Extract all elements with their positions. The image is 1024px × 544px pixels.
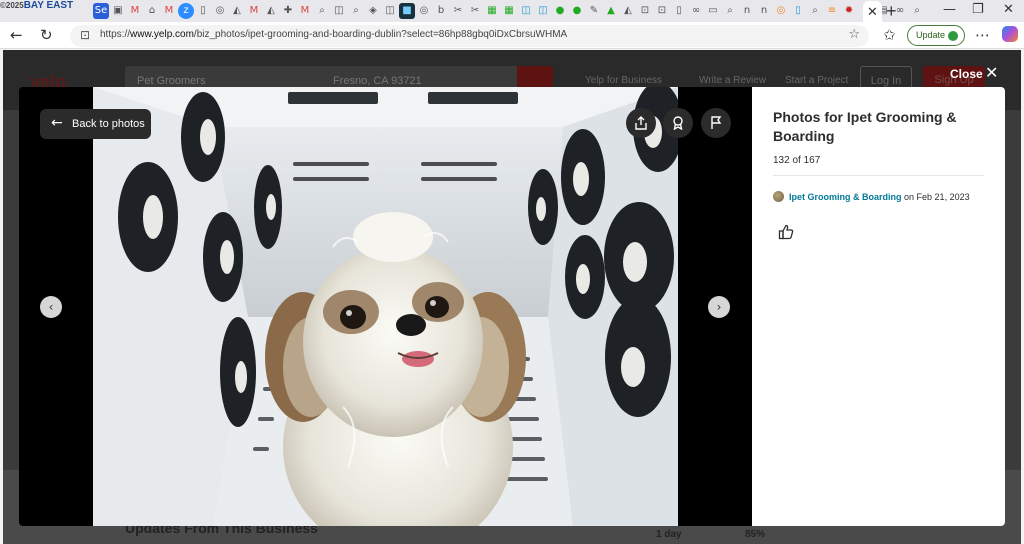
new-tab-button[interactable]: +	[886, 1, 897, 21]
photo-count: 132 of 167	[773, 155, 821, 166]
tab-favicon[interactable]: ◭	[229, 3, 245, 19]
tab-favicon[interactable]: ◫	[535, 3, 551, 19]
tab-favicon[interactable]: ⌕	[314, 3, 330, 19]
author-link[interactable]: Ipet Grooming & Boarding	[789, 192, 902, 202]
tab-favicon[interactable]: z	[178, 3, 194, 19]
tab-favicon[interactable]: ✹	[841, 3, 857, 19]
tab-favicon[interactable]: ◭	[620, 3, 636, 19]
pinned-tabs: Se ▣ M ⌂ M z ▯ ◎ ◭ M ◭ ✚ M ⌕ ◫ ⌕ ◈ ◫ ■ ◎…	[92, 3, 925, 19]
tab-favicon[interactable]: ■	[399, 3, 415, 19]
tab-favicon[interactable]: ●	[552, 3, 568, 19]
tab-favicon[interactable]: ✂	[450, 3, 466, 19]
window-close-icon[interactable]: ✕	[1003, 2, 1014, 17]
tab-favicon[interactable]: ⌂	[144, 3, 160, 19]
update-button[interactable]: Update	[907, 25, 965, 46]
tab-favicon[interactable]: ⌕	[348, 3, 364, 19]
compliment-button[interactable]	[663, 108, 693, 138]
url-text[interactable]: https://www.yelp.com/biz_photos/ipet-gro…	[100, 29, 567, 40]
corner-logo: ©2025BAY EAST	[0, 0, 74, 11]
close-icon[interactable]: ✕	[985, 63, 998, 82]
tab-favicon[interactable]: ◫	[331, 3, 347, 19]
photo-date: Feb 21, 2023	[916, 192, 970, 202]
tab-favicon[interactable]: ▭	[705, 3, 721, 19]
tab-favicon[interactable]: ▯	[790, 3, 806, 19]
tab-favicon[interactable]: ▯	[671, 3, 687, 19]
tab-favicon[interactable]: ✚	[280, 3, 296, 19]
tab-favicon[interactable]: ▦	[501, 3, 517, 19]
tab-favicon[interactable]: Se	[93, 3, 109, 19]
report-button[interactable]	[701, 108, 731, 138]
share-button[interactable]	[626, 108, 656, 138]
tab-favicon[interactable]: ⊡	[637, 3, 653, 19]
tab-favicon[interactable]: ✎	[586, 3, 602, 19]
award-icon	[673, 116, 683, 131]
arrow-left-icon: ←	[51, 115, 63, 131]
photo-title: Photos for Ipet Grooming & Boarding	[773, 109, 957, 144]
minimize-icon[interactable]: —	[943, 2, 956, 17]
address-bar[interactable]: ⊡ https://www.yelp.com/biz_photos/ipet-g…	[70, 25, 869, 47]
photo-viewer: ← Back to photos ‹ ›	[19, 87, 752, 526]
tab-favicon[interactable]: ⌕	[807, 3, 823, 19]
tab-favicon[interactable]: n	[756, 3, 772, 19]
next-photo-button[interactable]: ›	[708, 296, 730, 318]
modal-close-button[interactable]: Close	[950, 67, 983, 81]
dog-photo	[93, 87, 678, 526]
tab-favicon[interactable]: ◎	[416, 3, 432, 19]
copilot-icon[interactable]	[1002, 26, 1018, 42]
update-status-icon	[948, 31, 958, 41]
helpful-button[interactable]	[778, 224, 794, 244]
tab-favicon[interactable]: ◎	[212, 3, 228, 19]
tab-favicon[interactable]: M	[161, 3, 177, 19]
back-to-photos-button[interactable]: ← Back to photos	[40, 109, 151, 139]
back-arrow-icon[interactable]: ←	[10, 26, 23, 44]
flag-icon	[711, 116, 722, 129]
previous-photo-button[interactable]: ‹	[40, 296, 62, 318]
dog-photo-illustration	[93, 87, 678, 526]
stat-response-rate: 85%	[745, 529, 766, 540]
tab-close-button[interactable]: ✕	[863, 1, 882, 22]
tab-favicon[interactable]: ◫	[518, 3, 534, 19]
chevron-left-icon: ‹	[48, 300, 54, 314]
lock-icon: ⊡	[80, 28, 91, 42]
tab-favicon[interactable]: M	[127, 3, 143, 19]
photo-modal: ← Back to photos ‹ › Photos for Ipet Gro…	[19, 87, 1005, 526]
tab-strip: ©2025BAY EAST Se ▣ M ⌂ M z ▯ ◎ ◭ M ◭ ✚ M…	[0, 0, 1024, 22]
divider	[773, 175, 984, 176]
more-options-icon[interactable]: ⋯	[975, 26, 990, 44]
favorites-icon[interactable]: ✩	[883, 26, 896, 44]
tab-favicon[interactable]: M	[297, 3, 313, 19]
photo-info-panel: Photos for Ipet Grooming & Boarding 132 …	[752, 87, 1005, 526]
favorite-star-icon[interactable]: ☆	[848, 27, 860, 42]
tab-favicon[interactable]: ∞	[688, 3, 704, 19]
tab-favicon[interactable]: ●	[569, 3, 585, 19]
tab-favicon[interactable]: ▦	[484, 3, 500, 19]
tab-favicon[interactable]: ◎	[773, 3, 789, 19]
tab-favicon[interactable]: n	[739, 3, 755, 19]
tab-favicon[interactable]: ⊡	[654, 3, 670, 19]
tab-favicon[interactable]: ✂	[467, 3, 483, 19]
tab-favicon[interactable]: ≡	[824, 3, 840, 19]
tab-favicon[interactable]: ◭	[263, 3, 279, 19]
refresh-icon[interactable]: ↻	[40, 26, 53, 44]
tab-favicon[interactable]: ▲	[603, 3, 619, 19]
stat-response-time: 1 day	[656, 529, 682, 540]
tab-favicon[interactable]: ◫	[382, 3, 398, 19]
avatar[interactable]	[773, 191, 784, 202]
restore-icon[interactable]: ❐	[972, 2, 984, 17]
chevron-right-icon: ›	[716, 300, 722, 314]
tab-favicon[interactable]: ⌕	[722, 3, 738, 19]
photo-attribution: Ipet Grooming & Boarding on Feb 21, 2023	[789, 192, 970, 202]
browser-toolbar: ← ↻ ⊡ https://www.yelp.com/biz_photos/ip…	[0, 22, 1024, 49]
tab-favicon[interactable]: ▯	[195, 3, 211, 19]
tab-favicon[interactable]: ◈	[365, 3, 381, 19]
tab-favicon[interactable]: ▣	[110, 3, 126, 19]
tab-favicon[interactable]: b	[433, 3, 449, 19]
share-icon	[635, 116, 647, 130]
thumbs-up-icon	[778, 224, 794, 240]
tab-favicon[interactable]: ⌕	[909, 3, 925, 19]
tab-favicon[interactable]: M	[246, 3, 262, 19]
